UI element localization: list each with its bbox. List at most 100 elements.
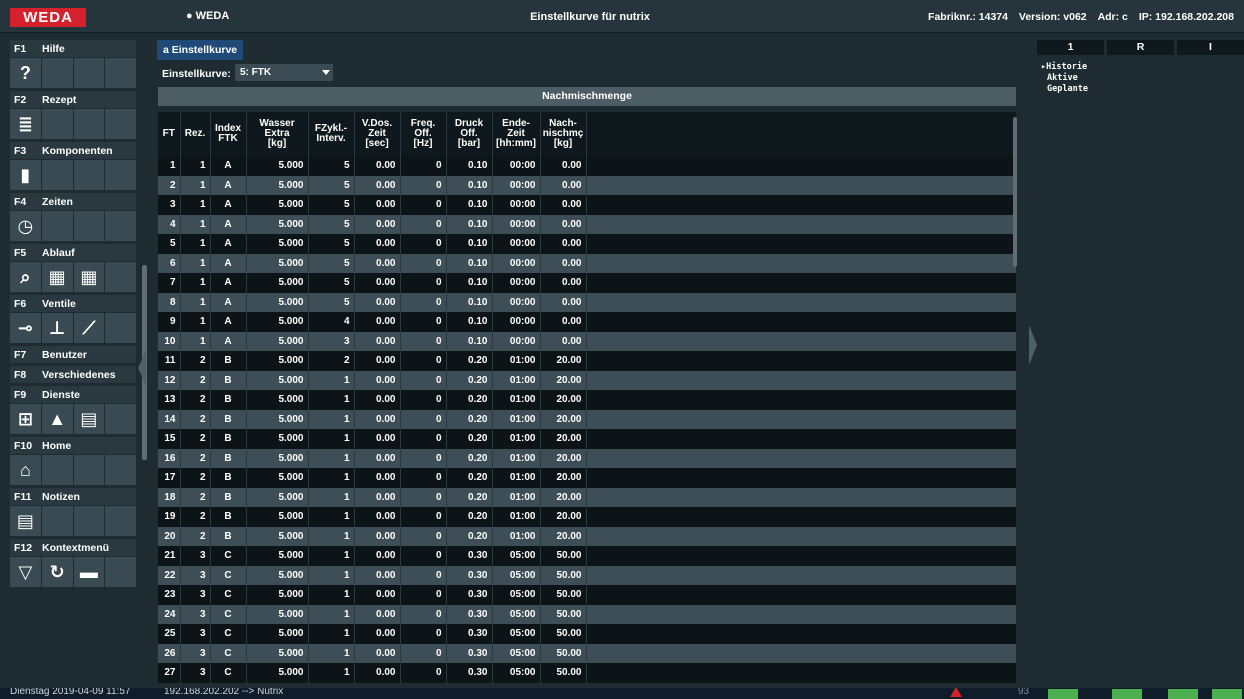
table-cell[interactable]: 05:00 (492, 663, 541, 683)
table-cell[interactable]: 0.20 (446, 448, 493, 468)
table-cell[interactable]: 20.00 (540, 390, 587, 410)
tile-f4-0-icon[interactable]: ◷ (10, 211, 41, 241)
table-cell[interactable]: A (210, 175, 247, 195)
table-cell[interactable]: 0.00 (354, 468, 401, 488)
table-cell[interactable]: 00:00 (492, 312, 541, 332)
table-row[interactable]: 17 2 B 5.000 1 0.00 0 0.20 01:00 20.00 (158, 468, 1016, 488)
table-cell[interactable]: 50.00 (540, 604, 587, 624)
table-cell[interactable]: 1 (308, 429, 355, 449)
tile-f5-1-icon[interactable]: ▦ (41, 262, 73, 292)
table-cell[interactable]: 13 (158, 390, 181, 410)
table-cell[interactable]: 0 (400, 253, 447, 273)
table-cell[interactable]: 0.00 (540, 175, 587, 195)
table-cell[interactable]: 3 (180, 624, 211, 644)
fkey-f3[interactable]: F3 Komponenten (10, 142, 136, 159)
table-cell[interactable]: 0 (400, 487, 447, 507)
table-cell[interactable]: 3 (158, 195, 181, 215)
table-cell[interactable]: 0.10 (446, 175, 493, 195)
table-cell[interactable]: 0.20 (446, 351, 493, 371)
table-cell[interactable]: 5.000 (246, 273, 309, 293)
table-cell[interactable]: 5.000 (246, 448, 309, 468)
table-cell[interactable]: 3 (180, 565, 211, 585)
table-cell[interactable]: 0.10 (446, 253, 493, 273)
table-cell[interactable]: 3 (180, 585, 211, 605)
table-cell[interactable]: 0.00 (354, 331, 401, 351)
table-row[interactable]: 3 1 A 5.000 5 0.00 0 0.10 00:00 0.00 (158, 195, 1016, 215)
table-cell[interactable]: 4 (308, 312, 355, 332)
table-cell[interactable]: 0.00 (354, 175, 401, 195)
table-cell[interactable]: 1 (308, 526, 355, 546)
tile-f1-2-icon[interactable] (73, 58, 105, 88)
table-cell[interactable]: A (210, 253, 247, 273)
table-row[interactable]: 9 1 A 5.000 4 0.00 0 0.10 00:00 0.00 (158, 312, 1016, 332)
table-cell[interactable]: B (210, 370, 247, 390)
table-scrollbar[interactable] (1013, 117, 1017, 267)
table-cell[interactable]: 0.00 (354, 565, 401, 585)
table-cell[interactable]: B (210, 526, 247, 546)
table-cell[interactable]: 1 (180, 195, 211, 215)
tile-f6-3-icon[interactable] (105, 313, 136, 343)
table-cell[interactable]: 0.20 (446, 526, 493, 546)
tile-f1-1-icon[interactable] (41, 58, 73, 88)
table-cell[interactable]: 0 (400, 468, 447, 488)
table-cell[interactable]: 1 (308, 468, 355, 488)
table-cell[interactable]: 1 (180, 292, 211, 312)
tile-f9-3-icon[interactable] (105, 404, 136, 434)
table-cell[interactable]: 19 (158, 507, 181, 527)
tile-f1-0-icon[interactable]: ? (10, 58, 41, 88)
tile-f2-2-icon[interactable] (73, 109, 105, 139)
table-cell[interactable]: 5.000 (246, 663, 309, 683)
tile-f4-3-icon[interactable] (105, 211, 136, 241)
table-cell[interactable]: 0.00 (354, 214, 401, 234)
table-cell[interactable]: 5 (308, 195, 355, 215)
table-cell[interactable]: 01:00 (492, 351, 541, 371)
table-cell[interactable]: 5.000 (246, 195, 309, 215)
table-row[interactable]: 19 2 B 5.000 1 0.00 0 0.20 01:00 20.00 (158, 507, 1016, 527)
table-cell[interactable]: 0.20 (446, 468, 493, 488)
table-cell[interactable]: 2 (180, 429, 211, 449)
table-cell[interactable]: 50.00 (540, 546, 587, 566)
table-cell[interactable]: 0.00 (354, 292, 401, 312)
table-cell[interactable]: 5.000 (246, 468, 309, 488)
table-cell[interactable]: A (210, 331, 247, 351)
tile-f5-3-icon[interactable] (105, 262, 136, 292)
table-cell[interactable]: 0.00 (354, 370, 401, 390)
tile-f2-1-icon[interactable] (41, 109, 73, 139)
table-cell[interactable]: A (210, 234, 247, 254)
table-cell[interactable]: 00:00 (492, 331, 541, 351)
tile-f2-0-icon[interactable]: ≣ (10, 109, 41, 139)
column-header[interactable]: FT (158, 112, 181, 156)
table-cell[interactable]: 5 (308, 214, 355, 234)
tile-f4-1-icon[interactable] (41, 211, 73, 241)
table-cell[interactable]: 5.000 (246, 526, 309, 546)
table-cell[interactable]: 50.00 (540, 585, 587, 605)
fkey-f12[interactable]: F12 Kontextmenü (10, 539, 136, 556)
table-cell[interactable]: 25 (158, 624, 181, 644)
table-row[interactable]: 4 1 A 5.000 5 0.00 0 0.10 00:00 0.00 (158, 214, 1016, 234)
table-cell[interactable]: 11 (158, 351, 181, 371)
table-cell[interactable]: C (210, 604, 247, 624)
table-cell[interactable]: 2 (180, 370, 211, 390)
table-cell[interactable]: 0.30 (446, 565, 493, 585)
table-cell[interactable]: 0.00 (540, 331, 587, 351)
table-cell[interactable]: 27 (158, 663, 181, 683)
table-cell[interactable]: A (210, 292, 247, 312)
table-cell[interactable]: 50.00 (540, 624, 587, 644)
table-cell[interactable]: 0.00 (354, 448, 401, 468)
tile-f5-2-icon[interactable]: ▦ (73, 262, 105, 292)
table-cell[interactable]: 0.00 (354, 312, 401, 332)
table-cell[interactable]: 0.00 (354, 234, 401, 254)
table-cell[interactable]: B (210, 390, 247, 410)
table-cell[interactable]: 0 (400, 312, 447, 332)
table-cell[interactable]: 1 (308, 604, 355, 624)
table-cell[interactable]: 00:00 (492, 292, 541, 312)
table-cell[interactable]: 5.000 (246, 292, 309, 312)
table-cell[interactable]: 0.00 (354, 526, 401, 546)
table-cell[interactable]: 22 (158, 565, 181, 585)
table-cell[interactable]: 1 (308, 643, 355, 663)
table-cell[interactable]: 5.000 (246, 604, 309, 624)
table-cell[interactable]: 0.20 (446, 390, 493, 410)
table-cell[interactable]: 0 (400, 526, 447, 546)
fkey-f10[interactable]: F10 Home (10, 437, 136, 454)
table-cell[interactable]: 5.000 (246, 351, 309, 371)
